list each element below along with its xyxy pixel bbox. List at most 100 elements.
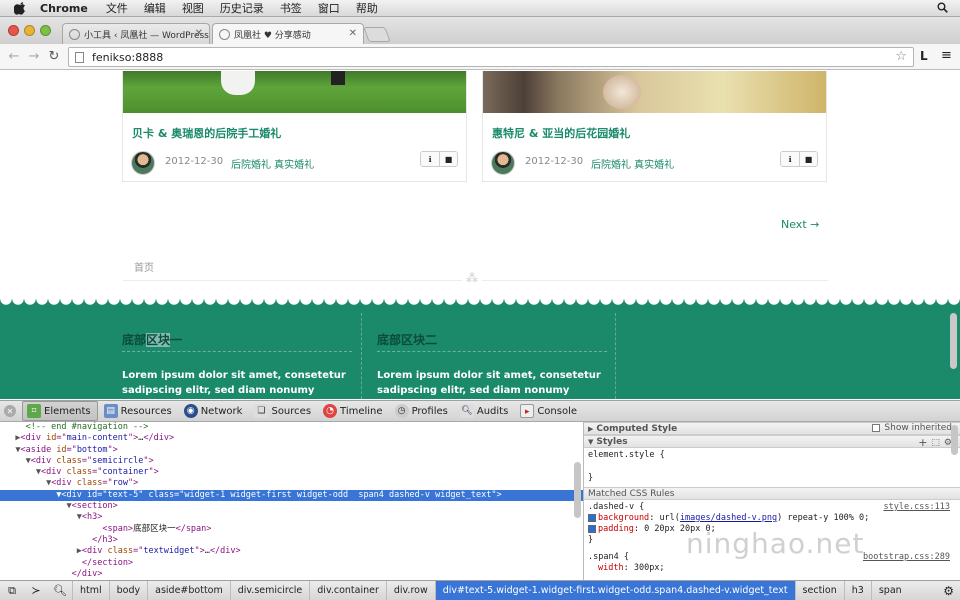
post-thumbnail[interactable] (123, 71, 466, 113)
tab-profiles[interactable]: ◷ Profiles (391, 401, 454, 421)
toggle-state-icon[interactable]: ⬚ (931, 438, 940, 448)
breadcrumb-item[interactable]: aside#bottom (147, 580, 230, 600)
devtools-toolbar: ✕ ⌗ Elements ▤ Resources ◉ Network ❏ Sources… (0, 400, 960, 422)
post-tags[interactable]: 后院婚礼 真实婚礼 (231, 156, 314, 171)
dom-node[interactable]: ▼<div class="row"> (0, 478, 583, 489)
tab-title: 凤凰社 ♥ 分享感动 (234, 30, 311, 41)
comment-icon[interactable]: ■ (799, 152, 817, 166)
tab-wordpress[interactable]: 小工具 ‹ 凤凰社 — WordPress ✕ (62, 23, 210, 44)
dom-node[interactable]: ▼<div class="semicircle"> (0, 456, 583, 467)
zoom-window-button[interactable] (40, 25, 51, 36)
dock-icon[interactable]: ⧉ (0, 584, 24, 598)
mac-menubar: Chrome 文件 编辑 视图 历史记录 书签 窗口 帮助 (0, 0, 960, 17)
close-devtools-icon[interactable]: ✕ (4, 405, 16, 417)
tab-console[interactable]: ▸ Console (516, 401, 583, 421)
page-scrollbar[interactable] (950, 313, 957, 369)
breadcrumb-item[interactable]: div.row (385, 580, 435, 600)
close-tab-icon[interactable]: ✕ (349, 28, 357, 39)
post-tags[interactable]: 后院婚礼 真实婚礼 (591, 156, 674, 171)
post-thumbnail[interactable] (483, 71, 826, 113)
menu-view[interactable]: 视图 (182, 0, 204, 16)
post-title-link[interactable]: 贝卡 & 奥瑞恩的后院手工婚礼 (132, 125, 281, 141)
breadcrumb-item[interactable]: span (870, 580, 909, 600)
breadcrumb-item[interactable]: div.semicircle (229, 580, 310, 600)
info-icon[interactable]: ℹ (781, 152, 799, 166)
breadcrumb-item[interactable]: section (794, 580, 844, 600)
element-style-rule[interactable]: element.style { (584, 448, 960, 461)
dom-node[interactable]: </div> (0, 569, 583, 580)
tab-fenghuangshe[interactable]: 凤凰社 ♥ 分享感动 ✕ (212, 23, 364, 44)
url-text[interactable]: feniksо:8888 (92, 51, 163, 64)
dom-node[interactable]: <!-- end #navigation --> (0, 422, 583, 433)
devtools-breadcrumb-bar: ⧉ ≻ 🔍︎ html body aside#bottom div.semicircl… (0, 580, 960, 600)
breadcrumb-home[interactable]: 首页 (134, 259, 154, 274)
close-window-button[interactable] (8, 25, 19, 36)
apple-icon[interactable] (14, 1, 28, 15)
breadcrumb-item[interactable]: body (108, 580, 148, 600)
comment-icon[interactable]: ■ (439, 152, 457, 166)
minimize-window-button[interactable] (24, 25, 35, 36)
menu-window[interactable]: 窗口 (318, 0, 340, 16)
menu-app-chrome[interactable]: Chrome (40, 2, 88, 15)
spotlight-search-icon[interactable] (937, 2, 948, 16)
tab-network[interactable]: ◉ Network (180, 401, 249, 421)
menu-file[interactable]: 文件 (106, 0, 128, 16)
dom-node[interactable]: ▼<section> (0, 501, 583, 512)
breadcrumb-item[interactable]: html (72, 580, 109, 600)
post-title-link[interactable]: 惠特尼 & 亚当的后花园婚礼 (492, 125, 630, 141)
styles-header[interactable]: ▼ Styles + ⬚ ⚙ (584, 435, 960, 449)
column-divider (615, 313, 616, 399)
chrome-menu-icon[interactable]: ≡ (941, 48, 952, 63)
devtools-settings-gear-icon[interactable]: ⚙ (943, 584, 954, 598)
breadcrumb-item[interactable]: div.container (309, 580, 386, 600)
tab-timeline[interactable]: ◔ Timeline (319, 401, 389, 421)
post-date: 2012-12-30 (525, 156, 584, 167)
tab-resources[interactable]: ▤ Resources (100, 401, 178, 421)
dom-node[interactable]: <span>底部区块一</span> (0, 524, 583, 535)
info-icon[interactable]: ℹ (421, 152, 439, 166)
tab-audits[interactable]: 🔍︎ Audits (456, 401, 514, 421)
new-tab-button[interactable] (363, 27, 391, 42)
close-tab-icon[interactable]: ✕ (195, 28, 203, 39)
author-avatar[interactable] (131, 151, 155, 175)
dom-tree[interactable]: <!-- end #navigation --> ▶<div id="main-… (0, 422, 583, 580)
dom-node[interactable]: ▶<div id="main-content">…</div> (0, 433, 583, 444)
styles-scrollbar[interactable] (951, 425, 958, 455)
breadcrumb-item[interactable]: div#text-5.widget-1.widget-first.widget-… (434, 580, 795, 600)
inspect-search-icon[interactable]: 🔍︎ (48, 584, 72, 597)
property-checkbox[interactable] (588, 524, 596, 533)
tab-elements[interactable]: ⌗ Elements (22, 401, 98, 421)
css-rule-selector[interactable]: .dashed-v {style.css:113 (584, 500, 960, 513)
next-page-link[interactable]: Next → (781, 218, 819, 231)
network-icon: ◉ (183, 404, 198, 418)
menu-help[interactable]: 帮助 (356, 0, 378, 16)
dom-scrollbar[interactable] (574, 462, 581, 518)
property-checkbox[interactable] (588, 513, 596, 522)
reload-icon[interactable]: ↻ (44, 49, 64, 64)
menu-history[interactable]: 历史记录 (220, 0, 264, 16)
menu-bookmarks[interactable]: 书签 (280, 0, 302, 16)
console-drawer-icon[interactable]: ≻ (24, 584, 48, 597)
tab-sources[interactable]: ❏ Sources (250, 401, 317, 421)
rule-source-link[interactable]: bootstrap.css:289 (863, 552, 950, 563)
dom-node[interactable]: </h3> (0, 535, 583, 546)
show-inherited-checkbox[interactable] (872, 424, 881, 432)
profile-button[interactable]: L (920, 49, 928, 63)
dom-node[interactable]: ▼<div class="container"> (0, 467, 583, 478)
dom-node-selected[interactable]: ▼<div id="text-5" class="widget-1 widget… (0, 489, 583, 502)
dom-node[interactable]: </section> (0, 558, 583, 569)
dom-node[interactable]: ▼<aside id="bottom"> (0, 445, 583, 456)
address-bar[interactable]: feniksо:8888 ☆ (68, 47, 914, 67)
dom-node[interactable]: ▶<div class="textwidget">…</div> (0, 546, 583, 557)
rule-source-link[interactable]: style.css:113 (883, 502, 950, 513)
author-avatar[interactable] (491, 151, 515, 175)
forward-arrow-icon[interactable]: → (24, 49, 44, 64)
css-property[interactable]: width: 300px; (584, 563, 960, 574)
dom-node[interactable]: ▼<h3> (0, 512, 583, 523)
css-property[interactable]: background: url(images/dashed-v.png) rep… (584, 513, 960, 524)
breadcrumb-item[interactable]: h3 (843, 580, 871, 600)
back-arrow-icon[interactable]: ← (4, 49, 24, 64)
menu-edit[interactable]: 编辑 (144, 0, 166, 16)
bookmark-star-icon[interactable]: ☆ (895, 49, 907, 64)
computed-style-header[interactable]: ▶ Computed Style Show inherited (584, 422, 960, 435)
